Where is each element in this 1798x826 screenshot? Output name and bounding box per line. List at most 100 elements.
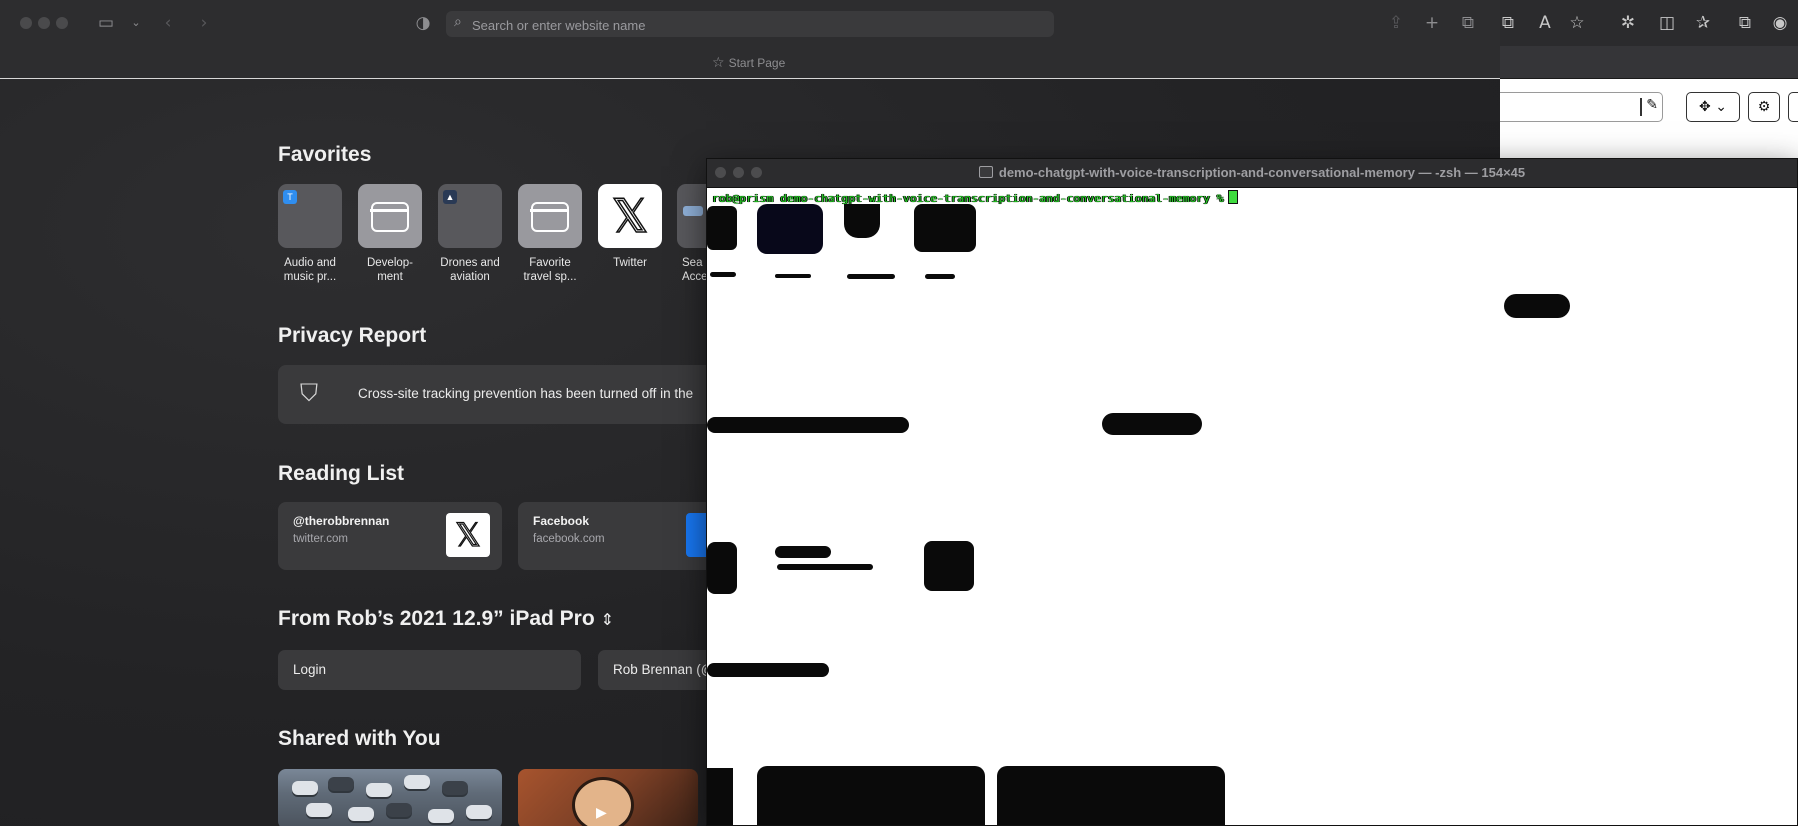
search-icon: ⌕ [454,14,462,30]
favorite-tile [518,184,582,248]
render-artifact [707,417,909,433]
shared-item-thumbnail[interactable] [278,769,502,826]
render-artifact [757,204,823,254]
favorite-label: ment [377,271,403,283]
favorite-tile [677,184,707,248]
move-button[interactable]: ✥ ⌄ [1686,92,1740,122]
search-input[interactable] [470,11,1044,39]
render-artifact [914,204,976,252]
privacy-report-card[interactable]: ⛉ Cross-site tracking prevention has bee… [278,365,738,424]
extension-puzzle-icon[interactable]: ✲ [1616,11,1640,35]
favorite-tile [358,184,422,248]
reading-list-title: Facebook [533,514,590,528]
render-artifact [707,663,829,677]
privacy-report-heading: Privacy Report [278,324,427,347]
favorite-item[interactable]: Sea Acce [677,184,707,284]
render-artifact [1102,413,1202,435]
render-artifact [775,274,811,278]
favorite-tile: T [278,184,342,248]
reading-list-url: facebook.com [533,533,605,545]
render-artifact [707,768,733,825]
tabs-icon[interactable]: ⧉ [1456,11,1480,35]
favorite-item[interactable]: 𝕏 Twitter [597,184,663,270]
terminal-window[interactable]: demo-chatgpt-with-voice-transcription-an… [706,158,1798,826]
image-detail [428,809,454,823]
favorite-label: Sea [682,257,703,269]
chevron-up-down-icon[interactable]: ⇕ [601,610,614,629]
favorite-label: music pr... [283,271,337,283]
shared-with-you-heading: Shared with You [278,727,441,750]
tab-bar: ☆ Start Page [0,46,1500,79]
reading-list-title: @therobbrennan [293,514,390,528]
render-artifact [777,564,873,570]
collections-icon[interactable]: ⧉ [1733,11,1757,35]
shared-video-thumbnail[interactable]: ▶ [518,769,698,826]
reading-list-item[interactable]: @therobbrennan twitter.com 𝕏 [278,502,502,570]
favorites-icon[interactable]: ✰ [1691,11,1715,35]
chevron-down-icon[interactable]: ⌄ [124,11,148,35]
reading-list-heading: Reading List [278,462,405,485]
favorite-item[interactable]: T Audio and music pr... [277,184,343,284]
image-detail [348,807,374,821]
close-window-button[interactable] [20,17,32,29]
image-detail [466,805,492,819]
render-artifact [710,272,736,277]
icloud-tab[interactable]: Login [278,650,581,690]
play-icon[interactable]: ▶ [596,805,607,821]
terminal-titlebar[interactable]: demo-chatgpt-with-voice-transcription-an… [707,159,1797,188]
pen-icon: ✎ [1646,97,1658,113]
tab-start-page[interactable]: ☆ Start Page [712,54,785,72]
profile-icon[interactable]: ◉ [1768,11,1792,35]
address-bar[interactable]: ⌕ [446,11,1054,39]
terminal-body[interactable]: rob@prism demo-chatgpt-with-voice-transc… [707,188,1797,825]
render-artifact [924,541,974,591]
bookmark-star-icon[interactable]: ☆ [1565,11,1589,35]
folder-icon [530,202,569,232]
favorites-heading: Favorites [278,143,372,166]
background-toolbar: ⧉ A ☆ ✲ ◫ ✰ ⧉ ◉ [1500,0,1798,46]
favorite-tile: ▲ [438,184,502,248]
plus-icon[interactable]: + [1420,11,1444,35]
sidebar-icon[interactable]: ▭ [94,11,118,35]
zoom-window-button[interactable] [56,17,68,29]
image-detail [292,781,318,795]
background-tab-bar [1500,46,1798,79]
text-caret [1640,98,1642,116]
render-artifact [757,766,985,825]
image-detail [306,803,332,817]
forward-icon[interactable]: › [192,11,216,35]
reading-list-url: twitter.com [293,533,348,545]
tab-label: Start Page [728,56,786,70]
split-view-icon[interactable]: ◫ [1655,11,1679,35]
back-icon[interactable]: ‹ [156,11,180,35]
settings-gear-icon[interactable]: ⚙ [1748,92,1780,122]
image-detail [404,775,430,789]
site-favicon: ▲ [443,190,457,204]
image-detail [366,783,392,797]
icloud-tabs-heading[interactable]: From Rob’s 2021 12.9” iPad Pro ⇕ [278,607,614,631]
partial-button[interactable] [1788,92,1798,122]
share-icon[interactable]: ⇪ [1384,11,1408,35]
reading-list-item[interactable]: Facebook facebook.com [518,502,738,570]
render-artifact [997,766,1225,825]
extension-icon[interactable]: ◑ [411,11,435,35]
icloud-tab-label: Rob Brennan (@ [613,662,715,677]
image-detail [386,803,412,817]
favorite-item[interactable]: ▲ Drones and aviation [437,184,503,284]
minimize-window-button[interactable] [38,17,50,29]
reader-aa-icon[interactable]: A [1533,11,1557,35]
favorite-item[interactable]: Favorite travel sp... [517,184,583,284]
image-detail [442,781,468,795]
render-artifact [707,542,737,594]
favorite-item[interactable]: Develop-ment [357,184,423,284]
favorite-label: Develop- [366,257,414,269]
folder-icon [978,166,993,178]
terminal-prompt-line: rob@prism demo-chatgpt-with-voice-transc… [712,190,1238,205]
render-artifact [925,274,955,279]
background-input-field[interactable]: ✎ [1500,92,1663,122]
render-artifact [707,206,737,250]
icloud-tab-label: Login [293,662,327,677]
site-favicon: T [283,190,297,204]
x-logo-icon: 𝕏 [446,513,490,557]
favorite-label: travel sp... [523,271,577,283]
